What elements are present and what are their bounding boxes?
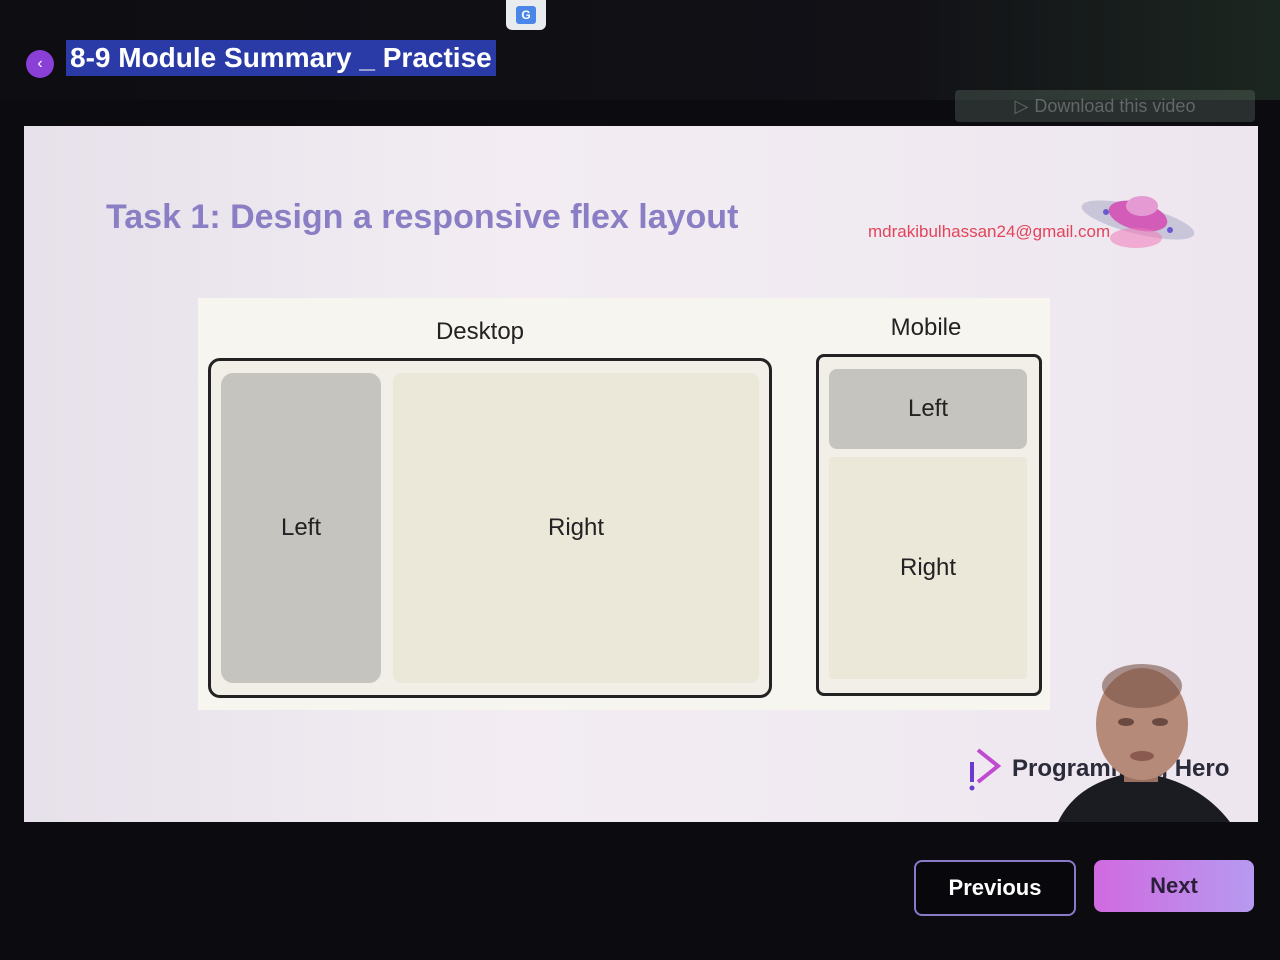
- mobile-right-label: Right: [899, 554, 957, 581]
- watermark-email: mdrakibulhassan24@gmail.com: [868, 222, 1111, 241]
- mobile-label: Mobile: [890, 314, 962, 341]
- translate-extension-button[interactable]: G: [506, 0, 546, 30]
- ufo-icon: [1081, 196, 1195, 248]
- mobile-left-label: Left: [907, 395, 949, 422]
- desktop-frame: Left Right: [208, 358, 772, 698]
- back-button[interactable]: ‹: [26, 50, 54, 78]
- layout-diagram: Desktop Mobile Left Right Left Right: [198, 298, 1050, 710]
- download-video-button[interactable]: ▷ Download this video: [955, 90, 1255, 122]
- download-label: Download this video: [1034, 95, 1196, 116]
- mobile-right-box: Right: [829, 457, 1027, 679]
- desktop-left-box: Left: [221, 373, 381, 683]
- task-title: Task 1: Design a responsive flex layout: [106, 198, 739, 236]
- module-title: 8-9 Module Summary _ Practise: [66, 40, 496, 76]
- chevron-left-icon: ‹: [37, 55, 43, 72]
- desktop-label: Desktop: [435, 318, 525, 345]
- previous-button[interactable]: Previous: [914, 860, 1076, 916]
- desktop-right-label: Right: [547, 514, 605, 541]
- next-button[interactable]: Next: [1094, 860, 1254, 912]
- download-icon: ▷: [1014, 95, 1029, 116]
- desktop-right-box: Right: [393, 373, 759, 683]
- webcam-overlay: [1058, 664, 1230, 822]
- mobile-frame: Left Right: [816, 354, 1042, 696]
- play-logo-icon: [969, 748, 1002, 791]
- mobile-left-box: Left: [829, 369, 1027, 449]
- google-translate-icon: G: [516, 6, 536, 24]
- desktop-left-label: Left: [280, 514, 322, 541]
- video-slide[interactable]: Task 1: Design a responsive flex layout …: [24, 126, 1258, 822]
